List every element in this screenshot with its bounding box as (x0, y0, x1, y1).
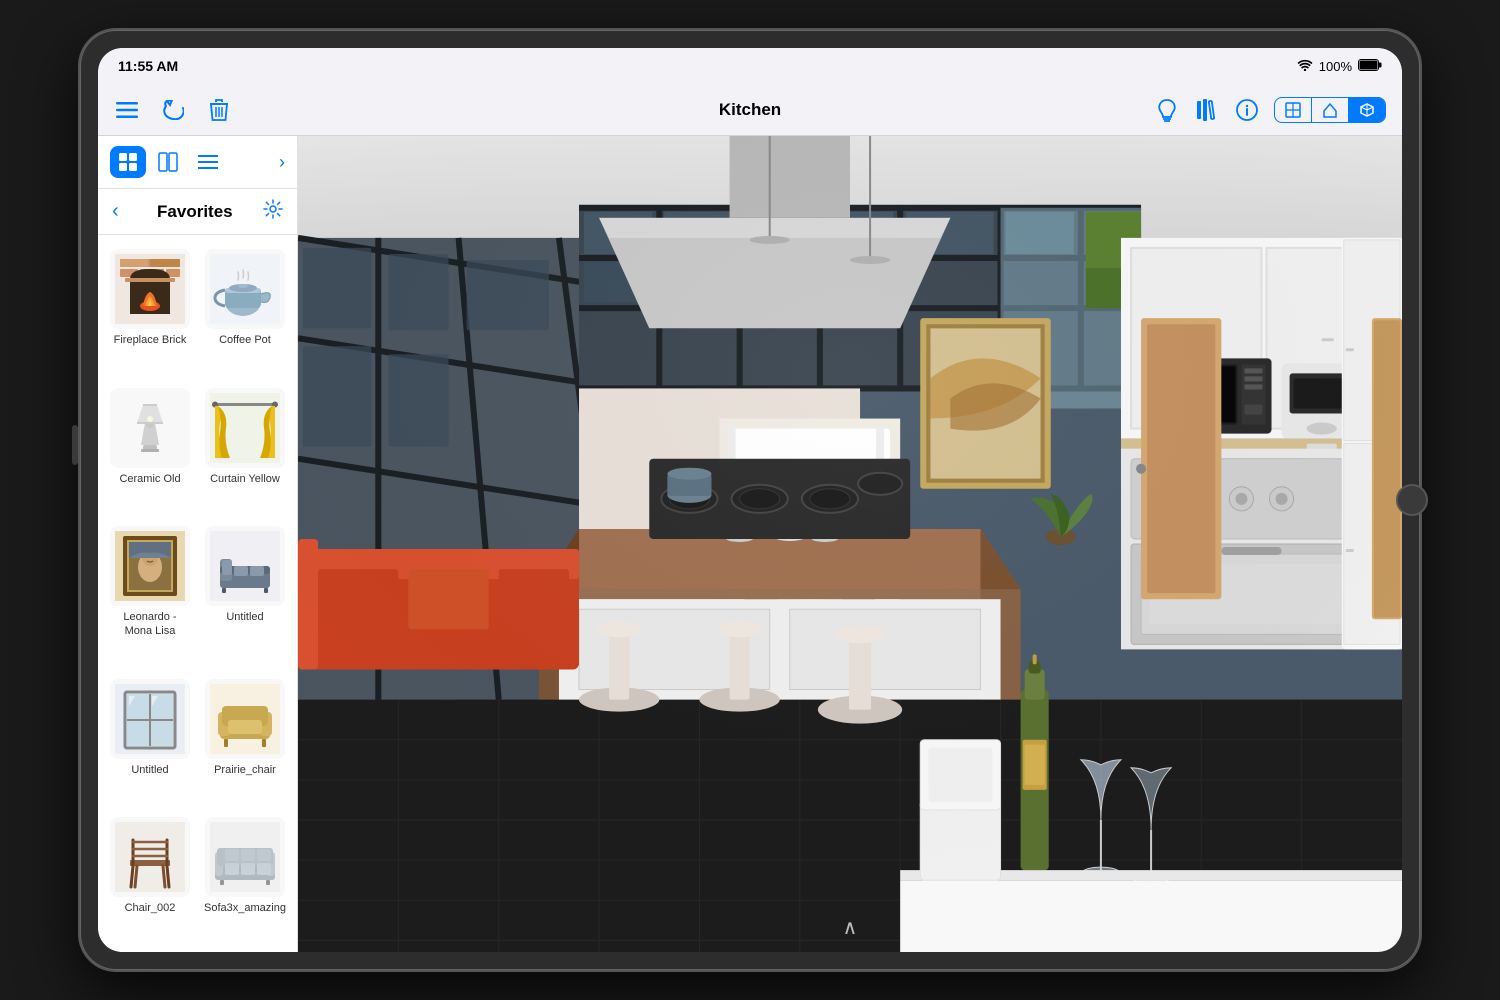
view-mode-group (1274, 97, 1386, 123)
item-label: Coffee Pot (219, 333, 271, 347)
item-thumbnail (110, 526, 190, 606)
status-bar: 11:55 AM 100% (98, 48, 1402, 84)
device-frame: 11:55 AM 100% (80, 30, 1420, 970)
trash-button[interactable] (206, 97, 232, 123)
menu-button[interactable] (114, 97, 140, 123)
back-button[interactable]: ‹ (112, 200, 119, 223)
list-item[interactable]: Untitled (106, 673, 194, 806)
3d-view[interactable]: ∧ (298, 136, 1402, 952)
item-label: Fireplace Brick (114, 333, 187, 347)
item-label: Untitled (226, 610, 263, 624)
item-thumbnail (110, 249, 190, 329)
status-icons: 100% (1297, 59, 1382, 74)
list-item[interactable]: Untitled (200, 520, 290, 667)
list-item[interactable]: Coffee Pot (200, 243, 290, 376)
list-item[interactable]: Prairie_chair (200, 673, 290, 806)
library-button[interactable] (1194, 97, 1220, 123)
item-thumbnail (205, 249, 285, 329)
list-item[interactable]: Sofa3x_amazing (200, 811, 290, 944)
sidebar-header: ‹ Favorites (98, 189, 297, 235)
list-item[interactable]: Curtain Yellow (200, 382, 290, 515)
objects-tab[interactable] (110, 146, 146, 178)
screen: 11:55 AM 100% (98, 48, 1402, 952)
list-tab[interactable] (190, 146, 226, 178)
favorites-grid: Fireplace Brick (98, 235, 297, 952)
expand-sidebar-button[interactable]: › (279, 152, 285, 173)
item-label: Chair_002 (125, 901, 176, 915)
favorites-title: Favorites (127, 202, 263, 222)
sidebar: › ‹ Favorites (98, 136, 298, 952)
kitchen-scene (298, 136, 1402, 952)
list-item[interactable]: Chair_002 (106, 811, 194, 944)
item-label: Curtain Yellow (210, 472, 280, 486)
floor-plan-button[interactable] (1275, 98, 1312, 122)
expand-button[interactable]: ∧ (843, 915, 858, 940)
materials-tab[interactable] (150, 146, 186, 178)
status-time: 11:55 AM (118, 58, 178, 74)
toolbar: Kitchen (98, 84, 1402, 136)
item-label: Ceramic Old (119, 472, 180, 486)
side-button[interactable] (72, 425, 78, 465)
list-item[interactable]: Leonardo - Mona Lisa (106, 520, 194, 667)
toolbar-left (114, 97, 1154, 123)
settings-button[interactable] (263, 199, 283, 224)
toolbar-right (1154, 97, 1386, 123)
item-thumbnail (205, 817, 285, 897)
item-label: Untitled (131, 763, 168, 777)
3d-view-button[interactable] (1349, 98, 1385, 122)
item-thumbnail (110, 817, 190, 897)
item-label: Leonardo - Mona Lisa (110, 610, 190, 639)
item-thumbnail (110, 388, 190, 468)
item-label: Sofa3x_amazing (204, 901, 286, 915)
item-thumbnail (110, 679, 190, 759)
item-thumbnail (205, 679, 285, 759)
item-thumbnail (205, 388, 285, 468)
info-button[interactable] (1234, 97, 1260, 123)
house-button[interactable] (1312, 98, 1349, 122)
battery-percentage: 100% (1319, 59, 1352, 74)
lightbulb-button[interactable] (1154, 97, 1180, 123)
main-content: › ‹ Favorites (98, 136, 1402, 952)
home-button[interactable] (1396, 484, 1428, 516)
list-item[interactable]: Fireplace Brick (106, 243, 194, 376)
wifi-icon (1297, 59, 1313, 74)
item-thumbnail (205, 526, 285, 606)
device-screen: 11:55 AM 100% (98, 48, 1402, 952)
list-item[interactable]: Ceramic Old (106, 382, 194, 515)
item-label: Prairie_chair (214, 763, 276, 777)
undo-button[interactable] (160, 97, 186, 123)
battery-icon (1358, 59, 1382, 74)
sidebar-tabs: › (98, 136, 297, 189)
page-title: Kitchen (719, 100, 781, 120)
